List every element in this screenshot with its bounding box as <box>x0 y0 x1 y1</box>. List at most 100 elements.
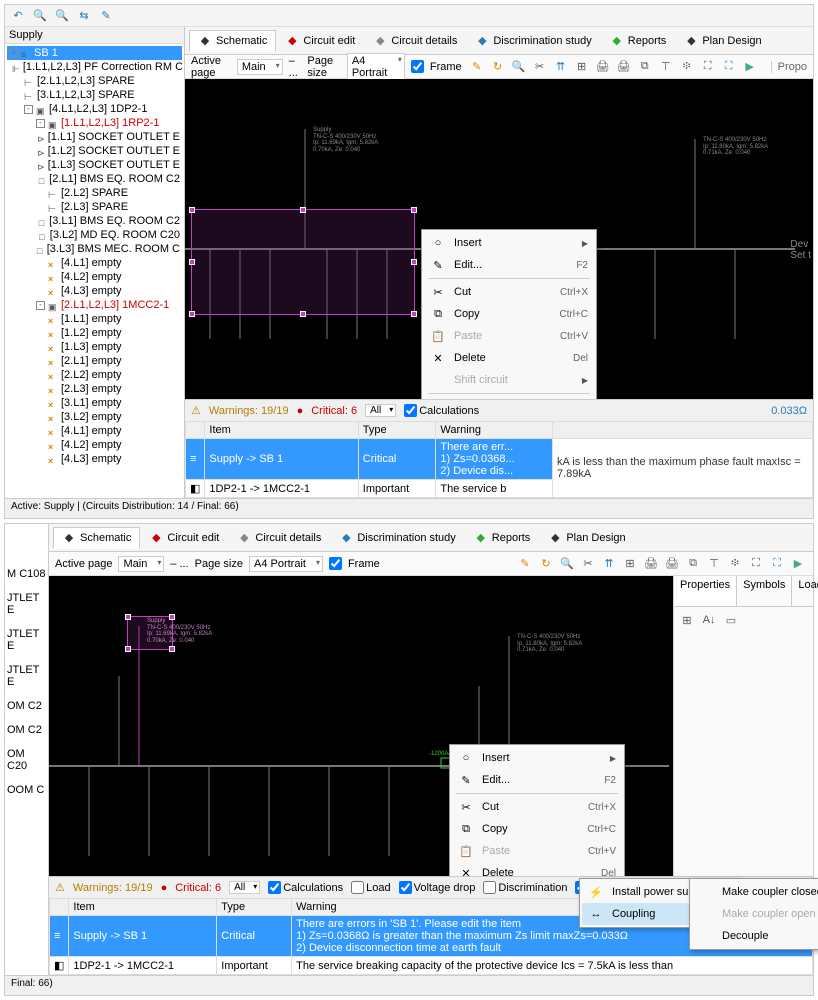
context-menu-bot[interactable]: ○Insert▶✎Edit...F2✂CutCtrl+X⧉CopyCtrl+C📋… <box>449 744 625 876</box>
warnings-count[interactable]: Warnings: 19/19 <box>209 405 289 417</box>
tree-item[interactable]: ×[3.L2] empty <box>7 410 182 424</box>
tab-plan-design[interactable]: ◆Plan Design <box>675 30 770 52</box>
undo-icon[interactable]: ↶ <box>9 7 27 25</box>
menu-delete[interactable]: ✕DeleteDel <box>424 347 594 369</box>
tab-circuit-details[interactable]: ◆Circuit details <box>364 30 466 52</box>
props-tab-properties[interactable]: Properties <box>674 576 737 606</box>
tree-item[interactable]: ×[4.L1] empty <box>7 424 182 438</box>
tree-item[interactable]: ×[2.L3] empty <box>7 382 182 396</box>
play-icon[interactable]: ▶ <box>741 58 759 76</box>
print-icon[interactable]: 🖨 <box>642 555 660 573</box>
copy-icon[interactable]: ⧉ <box>636 58 654 76</box>
tree-item[interactable]: ⊳[1.L2] SOCKET OUTLET E <box>7 144 182 158</box>
zoom-in-icon[interactable]: 🔍 <box>31 7 49 25</box>
tab-schematic[interactable]: ◆Schematic <box>53 527 140 549</box>
tree-item[interactable]: -▣[4.L1,L2,L3] 1DP2-1 <box>7 102 182 116</box>
print-icon[interactable]: 🖨 <box>594 58 612 76</box>
tree-item[interactable]: ⊢[2.L1,L2,L3] SPARE <box>7 74 182 88</box>
tree-item[interactable]: ×[4.L3] empty <box>7 452 182 466</box>
props-icon[interactable]: ▭ <box>722 611 740 629</box>
search-icon[interactable]: 🔍 <box>510 58 528 76</box>
sort-icon[interactable]: A↓ <box>700 611 718 629</box>
tree-item[interactable]: ⊢[2.L2] SPARE <box>7 186 182 200</box>
tab-discrimination-study[interactable]: ◆Discrimination study <box>466 30 600 52</box>
collapse-icon[interactable]: - <box>9 49 18 58</box>
org-icon[interactable]: ⊤ <box>705 555 723 573</box>
tab-discrimination-study[interactable]: ◆Discrimination study <box>330 527 464 549</box>
table-row[interactable]: ◧1DP2-1 -> 1MCC2-1Important The service … <box>50 957 813 975</box>
tab-reports[interactable]: ◆Reports <box>465 527 540 549</box>
schematic-canvas[interactable]: Supply TN-C-S 400/230V 50Hz Ip: 11.69kA,… <box>185 79 813 399</box>
props-tab-load[interactable]: Load <box>792 576 818 606</box>
play-icon[interactable]: ▶ <box>789 555 807 573</box>
tab-circuit-edit[interactable]: ◆Circuit edit <box>276 30 364 52</box>
scissors-icon[interactable]: ✂ <box>579 555 597 573</box>
tab-reports[interactable]: ◆Reports <box>601 30 676 52</box>
tree-item[interactable]: ×[4.L3] empty <box>7 284 182 298</box>
tree-icon[interactable]: ⇈ <box>552 58 570 76</box>
grid-icon[interactable]: ⊞ <box>573 58 591 76</box>
tree-item[interactable]: ×[2.L1] empty <box>7 354 182 368</box>
fullscreen-icon[interactable]: ⛶ <box>768 555 786 573</box>
expand-icon[interactable]: - <box>36 301 45 310</box>
props-collapsed-label[interactable]: Propo <box>771 61 807 73</box>
menu-insert[interactable]: ○Insert▶ <box>452 747 622 769</box>
reload-icon[interactable]: ↻ <box>489 58 507 76</box>
tree-item[interactable]: -▣[2.L1,L2,L3] 1MCC2-1 <box>7 298 182 312</box>
tree-item[interactable]: ⊢[2.L3] SPARE <box>7 200 182 214</box>
tab-circuit-details[interactable]: ◆Circuit details <box>228 527 330 549</box>
submenu-coupling[interactable]: Make coupler closedMake coupler openDeco… <box>689 878 818 950</box>
expand-icon[interactable]: - <box>24 105 33 114</box>
tree-item[interactable]: □[3.L2] MD EQ. ROOM C20 <box>7 228 182 242</box>
page-size-select[interactable]: A4 Portrait <box>249 556 323 572</box>
filter-calc[interactable]: Calculations <box>404 404 479 417</box>
fullscreen-icon[interactable]: ⛶ <box>720 58 738 76</box>
tab-circuit-edit[interactable]: ◆Circuit edit <box>140 527 228 549</box>
tree-item[interactable]: ⊳[1.L3] SOCKET OUTLET E <box>7 158 182 172</box>
pencil-icon[interactable]: ✎ <box>516 555 534 573</box>
tab-schematic[interactable]: ◆Schematic <box>189 30 276 52</box>
menu-cut[interactable]: ✂CutCtrl+X <box>452 796 622 818</box>
grid-icon[interactable]: ⊞ <box>621 555 639 573</box>
edit-icon[interactable]: ✎ <box>97 7 115 25</box>
active-page-select[interactable]: Main <box>237 59 283 75</box>
tree-item[interactable]: ×[2.L2] empty <box>7 368 182 382</box>
swap-icon[interactable]: ⇆ <box>75 7 93 25</box>
tree-item[interactable]: □[3.L3] BMS MEC. ROOM C <box>7 242 182 256</box>
frame-checkbox[interactable] <box>411 60 424 73</box>
active-page-select[interactable]: Main <box>118 556 164 572</box>
menu-circuit-functions[interactable]: Circuit functions▶ <box>424 396 594 399</box>
reload-icon[interactable]: ↻ <box>537 555 555 573</box>
props-tabs[interactable]: PropertiesSymbolsLoadVolt drop <box>674 576 813 607</box>
menu-insert[interactable]: ○Insert▶ <box>424 232 594 254</box>
zoom-out-icon[interactable]: 🔍 <box>53 7 71 25</box>
tree-item[interactable]: ⊳[1.L1] SOCKET OUTLET E <box>7 130 182 144</box>
warnings-table[interactable]: Item Type Warning ≡ Supply -> SB 1 Criti… <box>185 421 813 498</box>
people-icon[interactable]: ፨ <box>678 58 696 76</box>
expand-icon[interactable]: - <box>36 119 45 128</box>
critical-count[interactable]: Critical: 6 <box>311 405 357 417</box>
menu-copy[interactable]: ⧉CopyCtrl+C <box>452 818 622 840</box>
copy-icon[interactable]: ⧉ <box>684 555 702 573</box>
page-size-select[interactable]: A4 Portrait <box>347 53 405 81</box>
tree-icon[interactable]: ⇈ <box>600 555 618 573</box>
expand-icon[interactable]: ⛶ <box>747 555 765 573</box>
tree-item[interactable]: ×[4.L2] empty <box>7 438 182 452</box>
org-icon[interactable]: ⊤ <box>657 58 675 76</box>
tree-item[interactable]: ×[1.L2] empty <box>7 326 182 340</box>
table-row[interactable]: ≡ Supply -> SB 1 Critical There are err.… <box>186 439 813 480</box>
tree-item[interactable]: ×[4.L1] empty <box>7 256 182 270</box>
menu-decouple[interactable]: Decouple <box>692 925 818 947</box>
categorize-icon[interactable]: ⊞ <box>678 611 696 629</box>
tree-root[interactable]: - ≡ SB 1 <box>7 46 182 60</box>
tree-item[interactable]: ×[4.L2] empty <box>7 270 182 284</box>
menu-copy[interactable]: ⧉CopyCtrl+C <box>424 303 594 325</box>
tree-item[interactable]: ×[3.L1] empty <box>7 396 182 410</box>
print2-icon[interactable]: 🖨 <box>615 58 633 76</box>
tree-item[interactable]: ×[1.L1] empty <box>7 312 182 326</box>
search-icon[interactable]: 🔍 <box>558 555 576 573</box>
tree[interactable]: - ≡ SB 1 ⊩[1.L1,L2,L3] PF Correction RM … <box>5 44 184 468</box>
menu-delete[interactable]: ✕DeleteDel <box>452 862 622 876</box>
print2-icon[interactable]: 🖨 <box>663 555 681 573</box>
tree-item[interactable]: □[2.L1] BMS EQ. ROOM C2 <box>7 172 182 186</box>
